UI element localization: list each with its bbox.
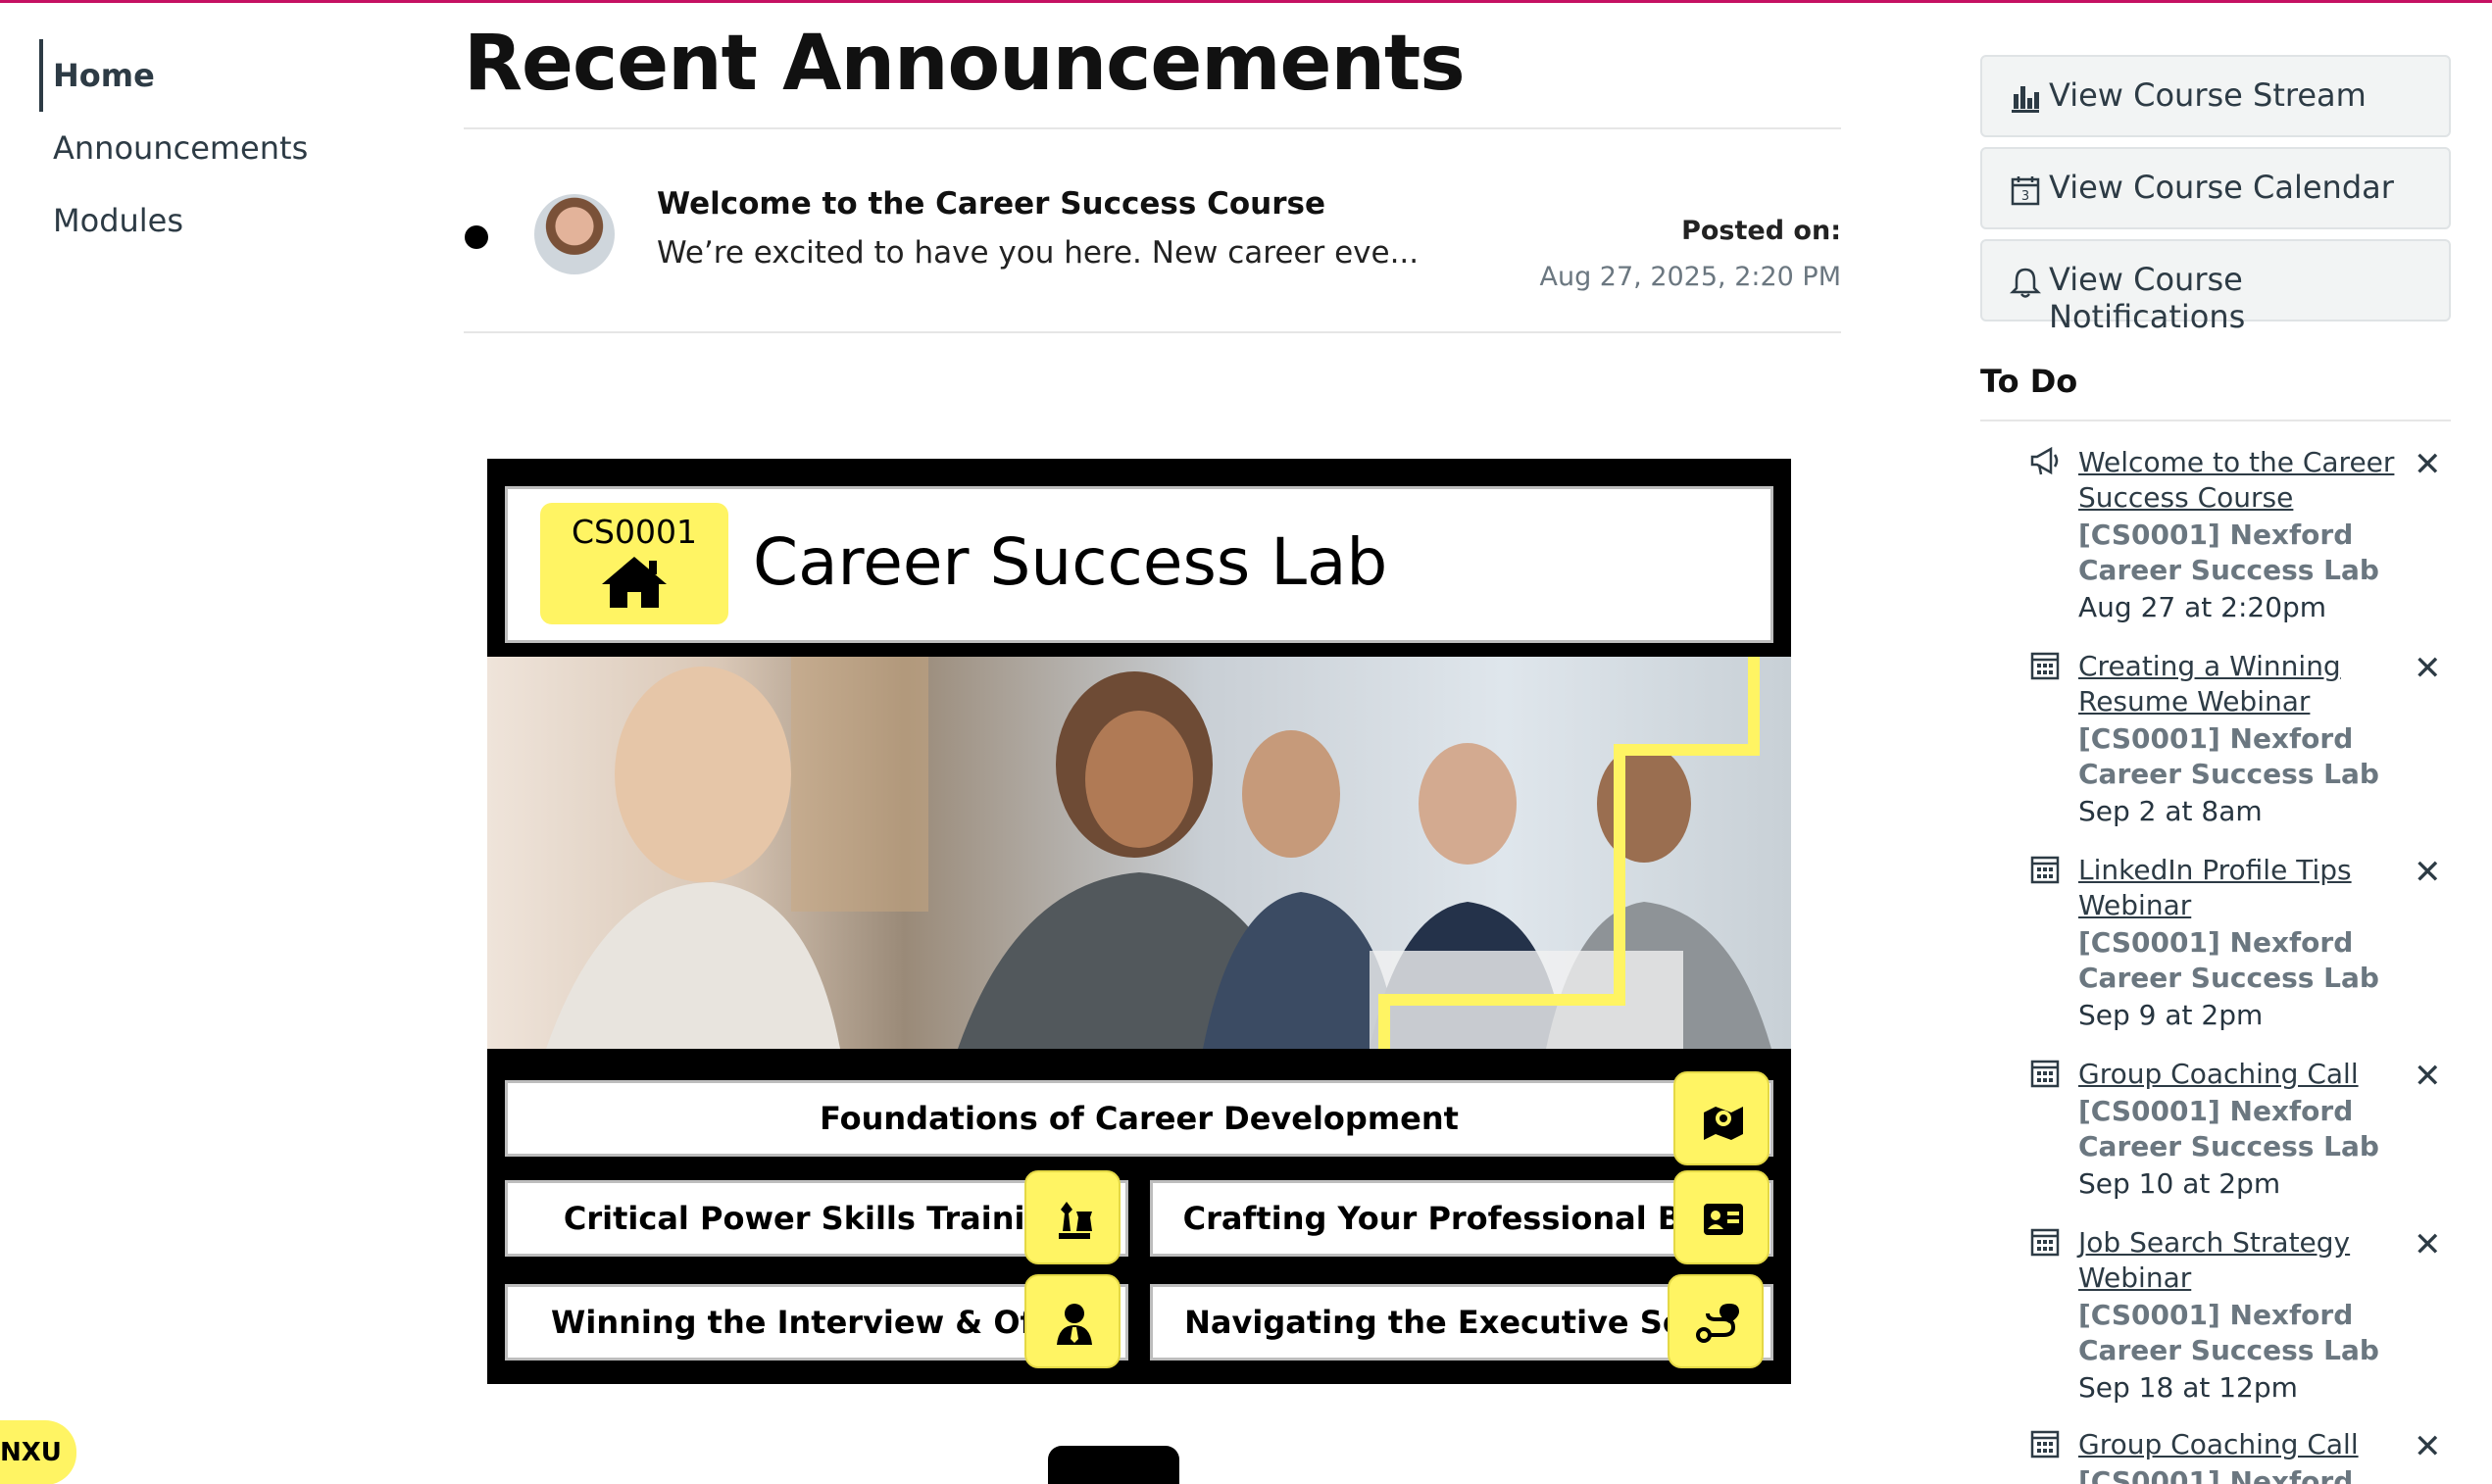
nav-item-announcements[interactable]: Announcements: [39, 112, 363, 184]
tile-label: Foundations of Career Development: [820, 1100, 1459, 1137]
button-label: View Course Stream: [2049, 76, 2367, 114]
button-label: View Course Calendar: [2049, 169, 2394, 206]
module-tiles: Foundations of Career Development Critic…: [505, 1071, 1773, 1368]
id-card-icon[interactable]: [1673, 1170, 1769, 1264]
avatar: [534, 194, 615, 274]
calendar-event-icon: [2030, 1430, 2060, 1459]
calendar-event-icon: [2030, 1228, 2060, 1257]
page-title: Recent Announcements: [464, 20, 1466, 108]
todo-item-link[interactable]: Job Search Strategy Webinar: [2078, 1225, 2402, 1296]
view-course-notifications-button[interactable]: View Course Notifications: [1980, 239, 2451, 335]
todo-course: [CS0001] Nexford Career Success Lab: [2078, 1299, 2379, 1366]
todo-item: Group Coaching Call [CS0001] Nexford ✕: [1980, 1427, 2451, 1484]
course-code: CS0001: [572, 513, 697, 551]
todo-course: [CS0001] Nexford Career Success Lab: [2078, 722, 2379, 790]
todo-item-link[interactable]: Welcome to the Career Success Course: [2078, 445, 2402, 516]
todo-heading: To Do: [1980, 363, 2078, 400]
todo-course: [CS0001] Nexford Career Success Lab: [2078, 1095, 2379, 1162]
course-banner: CS0001 Career Success Lab Foundations of…: [487, 459, 1791, 1384]
todo-course: [CS0001] Nexford: [2078, 1465, 2354, 1484]
dismiss-icon[interactable]: ✕: [2414, 1057, 2442, 1096]
bar-chart-icon: [2012, 86, 2039, 113]
todo-date: Sep 2 at 8am: [2078, 795, 2263, 827]
todo-course: [CS0001] Nexford Career Success Lab: [2078, 519, 2379, 586]
video-play-tab[interactable]: [1048, 1446, 1179, 1484]
dismiss-icon[interactable]: ✕: [2414, 1225, 2442, 1264]
todo-item-link[interactable]: LinkedIn Profile Tips Webinar: [2078, 853, 2402, 923]
posted-date: Aug 27, 2025, 2:20 PM: [1539, 262, 1842, 292]
banner-header: CS0001 Career Success Lab: [505, 486, 1773, 643]
svg-text:3: 3: [2021, 189, 2029, 204]
nav-item-home[interactable]: Home: [39, 39, 363, 112]
view-course-stream-button[interactable]: View Course Stream: [1980, 55, 2451, 137]
posted-label: Posted on:: [1681, 216, 1841, 246]
dismiss-icon[interactable]: ✕: [2414, 649, 2442, 688]
map-pin-icon[interactable]: [1673, 1071, 1769, 1165]
todo-item: Welcome to the Career Success Course [CS…: [1980, 445, 2451, 631]
main-content: Recent Announcements Welcome to the Care…: [464, 0, 1841, 1484]
todo-item-link[interactable]: Group Coaching Call: [2078, 1057, 2402, 1092]
route-icon[interactable]: [1668, 1274, 1764, 1368]
home-icon: [602, 557, 667, 608]
view-course-calendar-button[interactable]: 3 View Course Calendar: [1980, 147, 2451, 229]
tile-foundations[interactable]: Foundations of Career Development: [505, 1080, 1773, 1157]
nav-item-modules[interactable]: Modules: [39, 184, 363, 257]
todo-course: [CS0001] Nexford Career Success Lab: [2078, 926, 2379, 994]
announcement-row[interactable]: Welcome to the Career Success Course We’…: [464, 129, 1841, 331]
button-label: View Course Notifications: [2049, 261, 2246, 335]
course-navigation: Home Announcements Modules: [39, 39, 363, 257]
todo-date: Sep 10 at 2pm: [2078, 1167, 2281, 1200]
todo-item: Creating a Winning Resume Webinar [CS000…: [1980, 649, 2451, 835]
divider: [464, 331, 1841, 333]
megaphone-icon: [2030, 446, 2059, 475]
todo-date: Sep 9 at 2pm: [2078, 999, 2264, 1031]
todo-list: Welcome to the Career Success Course [CS…: [1980, 421, 2451, 1484]
dismiss-icon[interactable]: ✕: [2414, 853, 2442, 892]
calendar-event-icon: [2030, 856, 2060, 884]
calendar-icon: 3: [2011, 176, 2040, 206]
todo-date: Sep 18 at 12pm: [2078, 1371, 2298, 1404]
banner-photo: [487, 657, 1791, 1049]
user-tie-icon[interactable]: [1024, 1274, 1121, 1368]
calendar-event-icon: [2030, 652, 2060, 680]
todo-item-link[interactable]: Creating a Winning Resume Webinar: [2078, 649, 2402, 719]
nxu-badge[interactable]: NXU: [0, 1420, 76, 1484]
todo-item: LinkedIn Profile Tips Webinar [CS0001] N…: [1980, 853, 2451, 1039]
right-sidebar: View Course Stream 3 View Course Calenda…: [1980, 55, 2451, 1484]
announcement-excerpt: We’re excited to have you here. New care…: [657, 235, 1420, 271]
dismiss-icon[interactable]: ✕: [2414, 445, 2442, 484]
bell-icon: [2010, 268, 2041, 298]
photo-illustration: [546, 657, 1771, 1049]
unread-dot-icon: [465, 225, 488, 249]
banner-title: Career Success Lab: [753, 524, 1388, 600]
announcement-title[interactable]: Welcome to the Career Success Course: [657, 186, 1325, 222]
calendar-event-icon: [2030, 1060, 2060, 1088]
dismiss-icon[interactable]: ✕: [2414, 1427, 2442, 1466]
course-code-badge[interactable]: CS0001: [540, 503, 728, 624]
todo-date: Aug 27 at 2:20pm: [2078, 591, 2327, 623]
todo-item: Group Coaching Call [CS0001] Nexford Car…: [1980, 1057, 2451, 1204]
todo-item-link[interactable]: Group Coaching Call: [2078, 1427, 2402, 1462]
todo-item: Job Search Strategy Webinar [CS0001] Nex…: [1980, 1225, 2451, 1411]
chess-pieces-icon[interactable]: [1024, 1170, 1121, 1264]
